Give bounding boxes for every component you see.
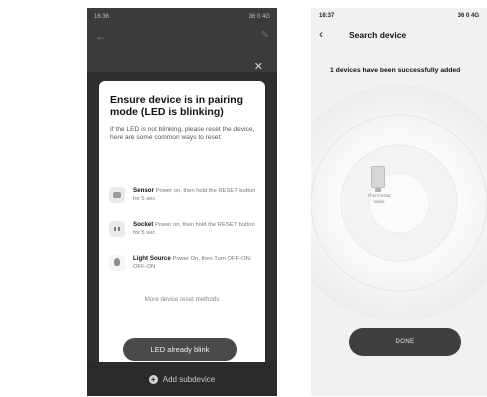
page-title: Search device [349,30,407,40]
add-subdevice-label: Add subdevice [162,374,216,384]
back-chevron-icon[interactable]: ‹ [319,28,323,40]
edit-icon[interactable]: ✎ [261,30,269,41]
back-arrow-icon[interactable]: ← [95,30,107,42]
reset-item-socket: Socket Power on, then hold the RESET but… [109,221,259,237]
success-message: 1 devices have been successfully added [330,67,461,74]
device-label-line1: Thermostat [367,193,391,198]
status-bar: 16:37 36 0 4G [311,8,487,24]
add-subdevice-button[interactable]: + Add subdevice [87,362,277,396]
item-name: Light Source [133,255,171,262]
socket-icon [109,221,125,237]
reset-item-light-source: Light Source Power On, then Turn OFF-ON-… [109,255,259,271]
item-name: Socket [133,221,154,228]
status-indicators: 36 0 4G [248,14,270,20]
close-icon[interactable]: ✕ [254,60,263,73]
plus-circle-icon: + [148,374,158,384]
more-reset-methods-link[interactable]: More device reset methods [99,296,265,303]
left-phone-screen: 16:36 36 0 4G ← ✎ ✕ Ensure device is in … [87,8,277,396]
done-button[interactable]: DONE [349,328,461,356]
navbar: ← ✎ [87,28,277,46]
status-time: 16:37 [319,13,335,19]
status-time: 16:36 [94,14,110,20]
sensor-icon [109,187,125,203]
dialog-title: Ensure device is in pairing mode (LED is… [110,94,244,118]
pairing-mode-dialog: Ensure device is in pairing mode (LED is… [99,81,265,371]
right-phone-screen: 16:37 36 0 4G ‹ Search device 1 devices … [311,8,487,396]
led-already-blink-button[interactable]: LED already blink [123,338,237,361]
bulb-icon [109,255,125,271]
status-indicators: 36 0 4G [457,13,479,19]
device-label: Thermostat Valve [361,193,397,204]
radar-animation [311,85,487,321]
item-name: Sensor [133,187,154,194]
device-label-line2: Valve [373,198,385,204]
reset-item-sensor: Sensor Power on, then hold the RESET but… [109,187,259,203]
dialog-description: If the LED is not blinking, please reset… [110,126,255,141]
thermostat-valve-icon [371,166,385,192]
status-bar: 16:36 36 0 4G [87,8,277,26]
